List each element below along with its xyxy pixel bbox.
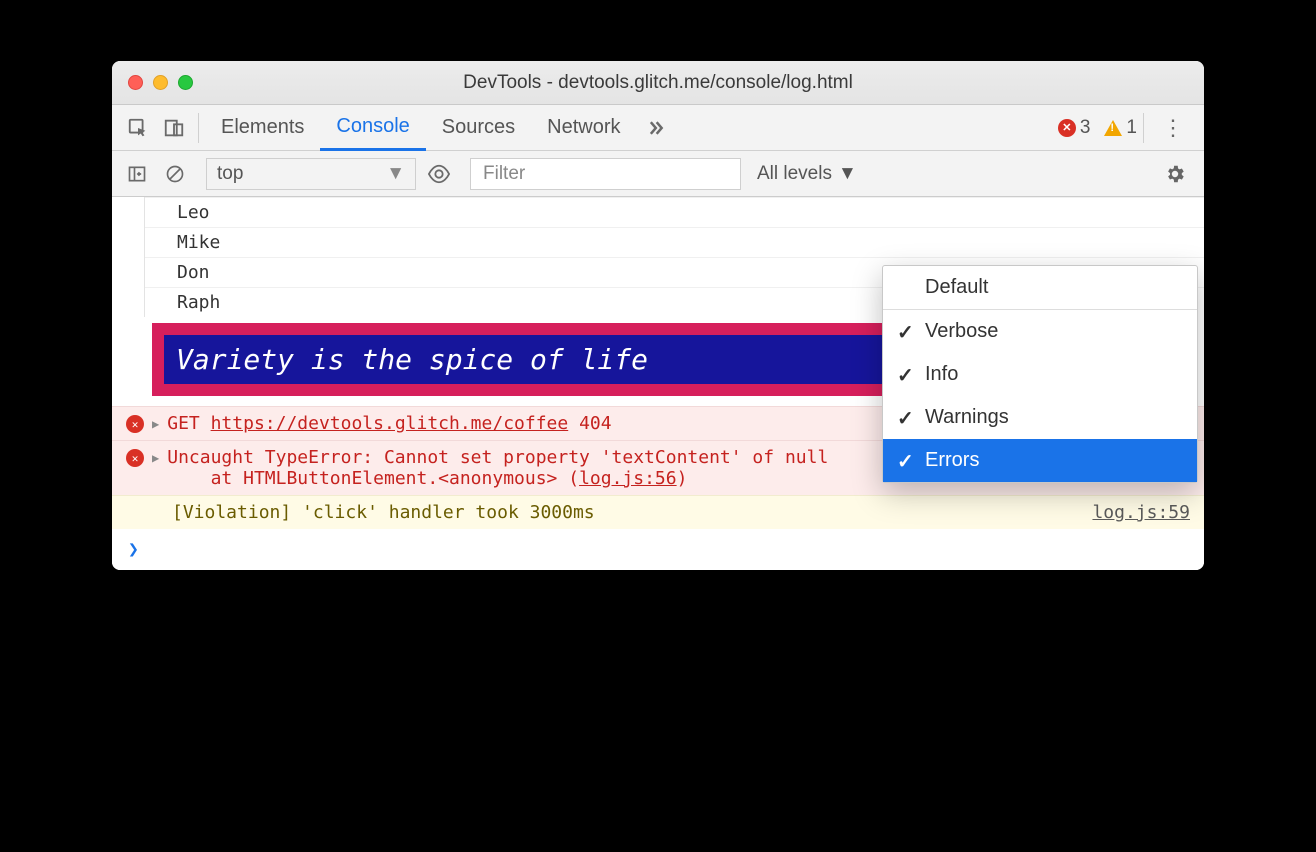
violation-message: [Violation] 'click' handler took 3000ms	[172, 502, 1084, 523]
console-prompt[interactable]: ❯	[112, 529, 1204, 570]
error-count: 3	[1080, 117, 1091, 139]
source-link[interactable]: log.js:59	[1092, 502, 1190, 523]
separator	[198, 113, 199, 143]
tab-elements[interactable]: Elements	[205, 105, 320, 150]
menu-item-warnings[interactable]: Warnings	[883, 396, 1197, 439]
tab-sources[interactable]: Sources	[426, 105, 531, 150]
error-icon	[1058, 119, 1076, 137]
console-settings-icon[interactable]	[1156, 163, 1194, 185]
tab-console[interactable]: Console	[320, 106, 425, 151]
chevron-down-icon: ▼	[386, 163, 405, 185]
tree-item[interactable]: Mike	[145, 227, 1204, 257]
window-titlebar: DevTools - devtools.glitch.me/console/lo…	[112, 61, 1204, 105]
menu-item-verbose[interactable]: Verbose	[883, 310, 1197, 353]
tree-item[interactable]: Leo	[145, 197, 1204, 227]
chevron-down-icon: ▼	[838, 163, 857, 185]
error-count-badge[interactable]: 3 1	[1058, 117, 1137, 139]
settings-menu-icon[interactable]: ⋮	[1150, 115, 1196, 141]
more-tabs-icon[interactable]	[637, 110, 673, 146]
levels-label: All levels	[757, 163, 832, 185]
separator	[1143, 113, 1144, 143]
execution-context-select[interactable]: top ▼	[206, 158, 416, 190]
expand-icon[interactable]: ▶	[152, 417, 159, 431]
error-icon	[126, 415, 144, 433]
menu-item-default[interactable]: Default	[883, 266, 1197, 309]
log-levels-menu: Default Verbose Info Warnings Errors	[882, 265, 1198, 483]
devtools-window: DevTools - devtools.glitch.me/console/lo…	[112, 61, 1204, 570]
expand-icon[interactable]: ▶	[152, 451, 159, 465]
context-value: top	[217, 163, 243, 185]
menu-item-info[interactable]: Info	[883, 353, 1197, 396]
inspect-element-icon[interactable]	[120, 110, 156, 146]
warning-icon	[1104, 120, 1122, 136]
tab-network[interactable]: Network	[531, 105, 636, 150]
devtools-tabstrip: Elements Console Sources Network 3 1 ⋮	[112, 105, 1204, 151]
error-icon	[126, 449, 144, 467]
clear-console-icon[interactable]	[160, 159, 190, 189]
request-url-link[interactable]: https://devtools.glitch.me/coffee	[211, 413, 569, 434]
violation-log-row: [Violation] 'click' handler took 3000ms …	[112, 495, 1204, 529]
device-toolbar-icon[interactable]	[156, 110, 192, 146]
menu-item-errors[interactable]: Errors	[883, 439, 1197, 482]
live-expression-icon[interactable]	[424, 159, 454, 189]
show-console-sidebar-icon[interactable]	[122, 159, 152, 189]
window-title: DevTools - devtools.glitch.me/console/lo…	[112, 72, 1204, 94]
log-levels-dropdown[interactable]: All levels ▼	[749, 163, 865, 185]
stack-source-link[interactable]: log.js:56	[579, 468, 677, 489]
console-toolbar: top ▼ All levels ▼	[112, 151, 1204, 197]
filter-input[interactable]	[470, 158, 741, 190]
warning-count: 1	[1126, 117, 1137, 139]
